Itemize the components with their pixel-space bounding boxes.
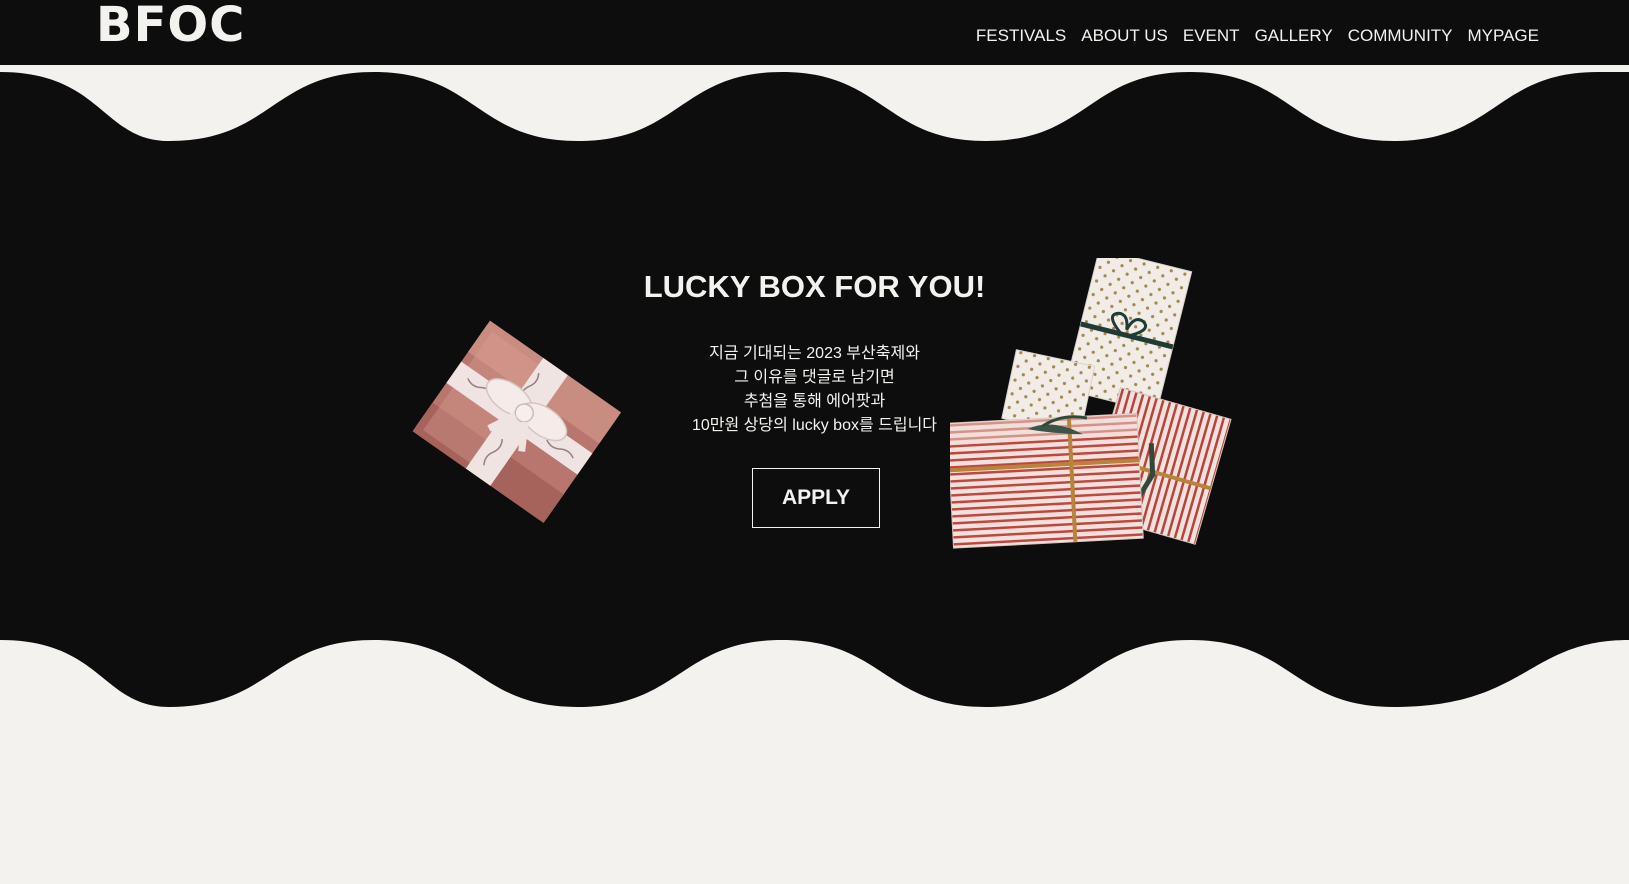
nav-event[interactable]: EVENT	[1183, 25, 1240, 47]
site-logo[interactable]: BFOC	[96, 0, 245, 50]
page: BFOC FESTIVALS ABOUT US EVENT GALLERY CO…	[0, 0, 1629, 884]
nav-mypage[interactable]: MYPAGE	[1468, 25, 1539, 47]
nav-festivals[interactable]: FESTIVALS	[976, 25, 1066, 47]
wave-band-shape	[0, 72, 1629, 707]
nav-about-us[interactable]: ABOUT US	[1081, 25, 1168, 47]
nav-gallery[interactable]: GALLERY	[1255, 25, 1333, 47]
gift-box-rose-image	[412, 320, 622, 523]
main-nav: FESTIVALS ABOUT US EVENT GALLERY COMMUNI…	[976, 25, 1539, 47]
gift-boxes-stack-image	[950, 258, 1232, 549]
nav-community[interactable]: COMMUNITY	[1348, 25, 1453, 47]
wave-band	[0, 72, 1629, 707]
site-header: BFOC FESTIVALS ABOUT US EVENT GALLERY CO…	[0, 0, 1629, 65]
apply-button[interactable]: APPLY	[752, 468, 880, 528]
